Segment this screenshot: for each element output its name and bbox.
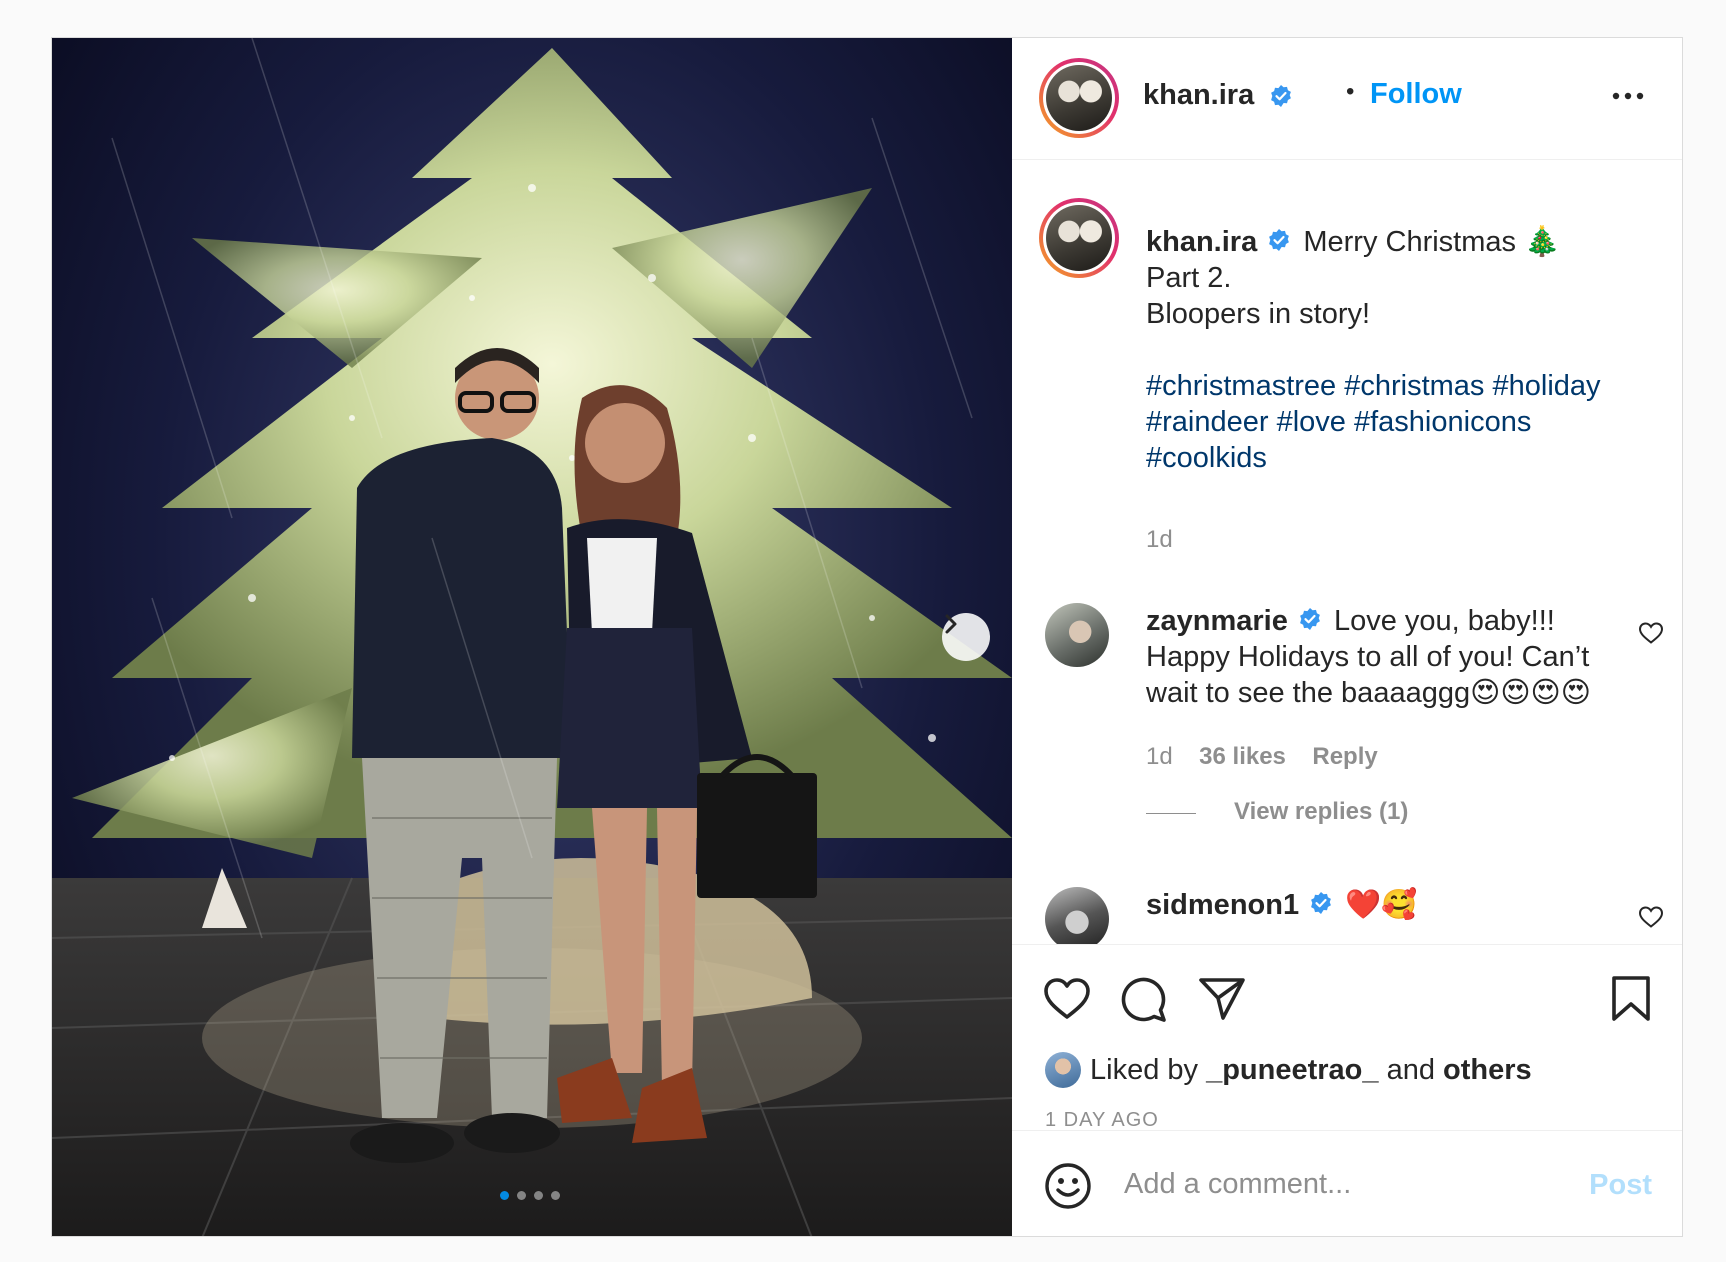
chevron-right-icon [945, 614, 957, 634]
comment-line: Happy Holidays to all of you! Can’t [1146, 641, 1590, 673]
like-comment-heart-icon[interactable] [1638, 621, 1664, 645]
follow-button[interactable]: Follow [1370, 78, 1462, 111]
liker-avatar[interactable] [1045, 1052, 1081, 1088]
caption-line: Part 2. [1146, 262, 1232, 294]
comment-time[interactable]: 1d [1146, 743, 1173, 770]
liked-by: Liked by _puneetrao_ and others [1045, 1052, 1532, 1088]
reply-button[interactable]: Reply [1312, 743, 1377, 770]
post-details-pane: khan.ira • Follow khan.ira Merry Christm… [1012, 38, 1682, 1236]
caption-line: Bloopers in story! [1146, 298, 1371, 330]
hashtag-link[interactable]: #christmas [1344, 370, 1484, 402]
add-comment-bar: Post [1012, 1130, 1682, 1236]
carousel-next-button[interactable] [942, 613, 990, 661]
like-heart-icon[interactable] [1043, 977, 1091, 1021]
header-separator: • [1346, 78, 1355, 105]
hashtag-link[interactable]: #love [1277, 406, 1346, 438]
liked-by-others[interactable]: others [1443, 1054, 1532, 1087]
hashtag-link[interactable]: #raindeer [1146, 406, 1269, 438]
caption-time[interactable]: 1d [1146, 526, 1173, 554]
share-paper-plane-icon[interactable] [1198, 976, 1246, 1022]
liked-by-prefix: Liked by [1090, 1053, 1199, 1086]
liked-by-user[interactable]: _puneetrao_ [1206, 1054, 1378, 1087]
hashtag-link[interactable]: #christmastree [1146, 370, 1336, 402]
replies-divider [1146, 813, 1196, 814]
author-username[interactable]: khan.ira [1143, 79, 1254, 112]
hashtag-link[interactable]: #holiday [1493, 370, 1601, 402]
verified-badge-icon [1311, 892, 1332, 915]
post-comment-button[interactable]: Post [1589, 1169, 1652, 1202]
comment-username[interactable]: zaynmarie [1146, 605, 1288, 637]
comments-list[interactable]: khan.ira Merry Christmas 🎄 Part 2. Bloop… [1012, 160, 1682, 945]
verified-badge-icon [1269, 229, 1290, 252]
comment-line: ❤️🥰 [1345, 889, 1418, 921]
save-bookmark-icon[interactable] [1610, 975, 1652, 1023]
comment-bubble-icon[interactable] [1120, 976, 1168, 1022]
view-replies-button[interactable]: View replies (1) [1234, 798, 1408, 826]
photo-illustration [52, 38, 1012, 1236]
hashtag-link[interactable]: #coolkids [1146, 442, 1267, 474]
comment-line: Love you, baby!!! [1333, 605, 1555, 637]
liked-by-and: and [1386, 1053, 1435, 1086]
hashtag-link[interactable]: #fashionicons [1354, 406, 1531, 438]
comment-text: zaynmarie Love you, baby!!! Happy Holida… [1146, 603, 1616, 711]
carousel-indicator [500, 1191, 560, 1200]
post-header: khan.ira • Follow [1012, 38, 1682, 160]
verified-badge-icon [1271, 85, 1291, 107]
comment-username[interactable]: sidmenon1 [1146, 889, 1299, 921]
more-horizontal-icon[interactable] [1608, 86, 1648, 106]
comment-likes[interactable]: 36 likes [1199, 743, 1286, 770]
like-comment-heart-icon[interactable] [1638, 905, 1664, 929]
commenter-avatar[interactable] [1045, 887, 1109, 944]
emoji-smiley-icon[interactable] [1044, 1162, 1092, 1210]
caption-avatar[interactable] [1039, 198, 1119, 278]
caption-text: khan.ira Merry Christmas 🎄 Part 2. Bloop… [1146, 224, 1646, 476]
verified-badge-icon [1300, 608, 1320, 631]
post-photo[interactable] [52, 38, 1012, 1236]
post-timestamp[interactable]: 1 DAY AGO [1045, 1109, 1159, 1132]
carousel-dot [500, 1191, 509, 1200]
author-avatar[interactable] [1039, 58, 1119, 138]
comment-input[interactable] [1124, 1159, 1564, 1209]
comment-meta: 1d 36 likes Reply [1146, 743, 1378, 771]
carousel-dot [534, 1191, 543, 1200]
carousel-dot [551, 1191, 560, 1200]
commenter-avatar[interactable] [1045, 603, 1109, 667]
comment-line: wait to see the baaaaggg😍😍😍😍 [1146, 677, 1592, 709]
caption-username[interactable]: khan.ira [1146, 226, 1257, 258]
caption-line: Merry Christmas 🎄 [1303, 226, 1561, 258]
post-card: khan.ira • Follow khan.ira Merry Christm… [51, 37, 1683, 1237]
comment-text: sidmenon1 ❤️🥰 [1146, 887, 1417, 923]
carousel-dot [517, 1191, 526, 1200]
